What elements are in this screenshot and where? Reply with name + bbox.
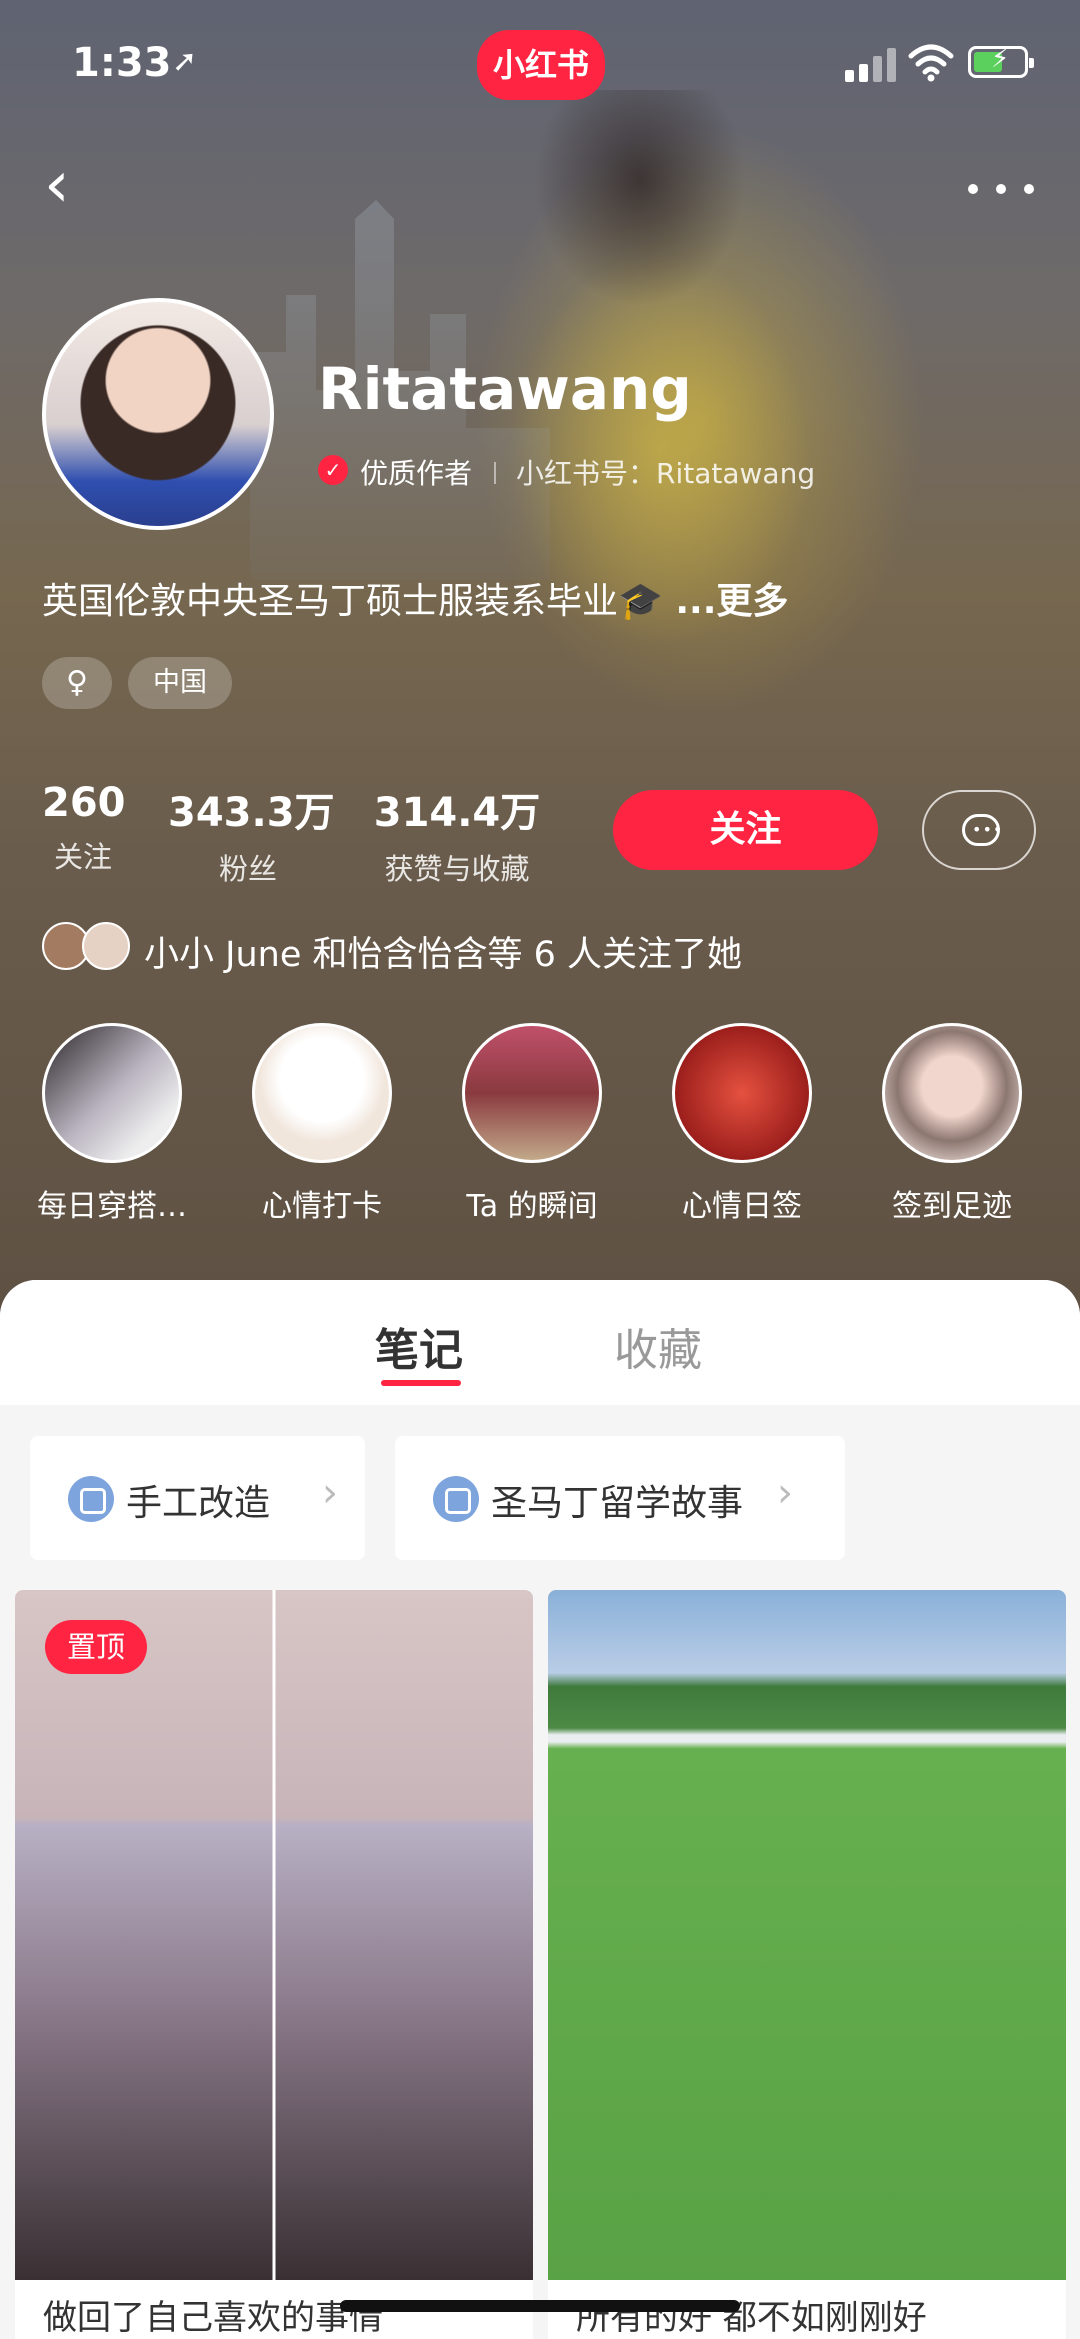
pinned-badge: 置顶 xyxy=(45,1620,147,1674)
highlight-cover xyxy=(42,1023,182,1163)
highlight-item[interactable]: 每日穿搭… xyxy=(32,1023,192,1225)
active-tab-indicator xyxy=(381,1380,461,1386)
stat-fans[interactable]: 343.3万 粉丝 xyxy=(168,780,335,888)
battery-charging-icon: ⚡ xyxy=(968,44,1034,78)
stat-following[interactable]: 260 关注 xyxy=(42,780,126,876)
note-cover-image xyxy=(548,1590,1066,2280)
note-card[interactable]: 所有的好 都不如刚刚好 xyxy=(548,1590,1066,2339)
highlight-cover xyxy=(672,1023,812,1163)
profile-bio[interactable]: 英国伦敦中央圣马丁硕士服装系毕业🎓 ...更多 xyxy=(42,572,788,624)
content-tabs: 笔记 收藏 xyxy=(0,1280,1080,1405)
collection-icon xyxy=(433,1476,479,1522)
bio-text: 英国伦敦中央圣马丁硕士服装系毕业🎓 xyxy=(42,581,663,622)
highlight-cover xyxy=(462,1023,602,1163)
highlight-cover xyxy=(252,1023,392,1163)
region-tag: 中国 xyxy=(128,657,232,709)
highlight-label: 心情日签 xyxy=(682,1189,802,1224)
bio-more-link[interactable]: ...更多 xyxy=(663,581,788,622)
message-button[interactable]: ••• xyxy=(922,790,1036,870)
highlight-label: 每日穿搭… xyxy=(37,1189,187,1224)
collection-card[interactable]: 圣马丁留学故事 › xyxy=(395,1436,845,1560)
gender-tag: ♀ xyxy=(42,657,112,709)
highlight-item[interactable]: 心情打卡 xyxy=(242,1023,402,1225)
tab-collections[interactable]: 收藏 xyxy=(614,1314,702,1378)
highlight-label: 心情打卡 xyxy=(262,1189,382,1224)
status-time: 1:33 xyxy=(72,40,172,86)
content-sheet: 笔记 收藏 手工改造 › 圣马丁留学故事 › 置顶 做回了自己喜欢的事情 所有的… xyxy=(0,1280,1080,2339)
chevron-right-icon: › xyxy=(777,1470,793,1516)
mutual-followers-text: 小小 June 和怡含怡含等 6 人关注了她 xyxy=(144,935,742,975)
highlight-item[interactable]: 签到足迹 xyxy=(872,1023,1032,1225)
account-id: 小红书号：Ritatawang xyxy=(516,457,816,490)
highlight-item[interactable]: Ta 的瞬间 xyxy=(452,1023,612,1225)
stat-likes-label: 获赞与收藏 xyxy=(384,852,530,886)
highlight-label: Ta 的瞬间 xyxy=(466,1189,598,1224)
highlight-label: 签到足迹 xyxy=(892,1189,1012,1224)
tab-notes[interactable]: 笔记 xyxy=(375,1314,463,1378)
chevron-right-icon: › xyxy=(322,1470,338,1516)
cellular-signal-icon xyxy=(845,48,897,82)
location-arrow-icon: ➚ xyxy=(172,44,198,79)
note-title: 做回了自己喜欢的事情 xyxy=(43,2298,383,2338)
verified-check-icon: ✓ xyxy=(318,455,348,485)
collection-label: 圣马丁留学故事 xyxy=(491,1483,744,1524)
quality-author-label[interactable]: 优质作者 xyxy=(360,452,472,492)
note-cover-image xyxy=(15,1590,533,2280)
note-title: 所有的好 都不如刚刚好 xyxy=(576,2298,927,2338)
more-options-button[interactable] xyxy=(968,170,1034,210)
collection-card[interactable]: 手工改造 › xyxy=(30,1436,365,1560)
profile-avatar[interactable] xyxy=(42,298,274,530)
highlight-item[interactable]: 心情日签 xyxy=(662,1023,822,1225)
highlight-cover xyxy=(882,1023,1022,1163)
stat-fans-label: 粉丝 xyxy=(218,852,277,886)
stat-likes[interactable]: 314.4万 获赞与收藏 xyxy=(372,780,542,888)
collection-label: 手工改造 xyxy=(126,1483,271,1524)
profile-username: Ritatawang xyxy=(318,355,692,423)
follow-button[interactable]: 关注 xyxy=(613,790,878,870)
back-button[interactable]: ‹ xyxy=(44,150,104,220)
home-indicator xyxy=(340,2300,740,2312)
wifi-icon xyxy=(908,44,954,82)
stat-fans-value: 343.3万 xyxy=(168,790,335,836)
status-bar: 1:33 ➚ 小红书 ⚡ xyxy=(0,30,1080,100)
stat-likes-value: 314.4万 xyxy=(373,790,541,836)
app-badge: 小红书 xyxy=(477,30,605,100)
note-card[interactable]: 置顶 做回了自己喜欢的事情 xyxy=(15,1590,533,2339)
stat-following-label: 关注 xyxy=(53,840,112,874)
collection-icon xyxy=(68,1476,114,1522)
divider xyxy=(494,462,496,484)
mutual-avatar xyxy=(82,922,130,970)
stat-following-value: 260 xyxy=(42,780,126,826)
chevron-left-icon: ‹ xyxy=(44,148,70,222)
